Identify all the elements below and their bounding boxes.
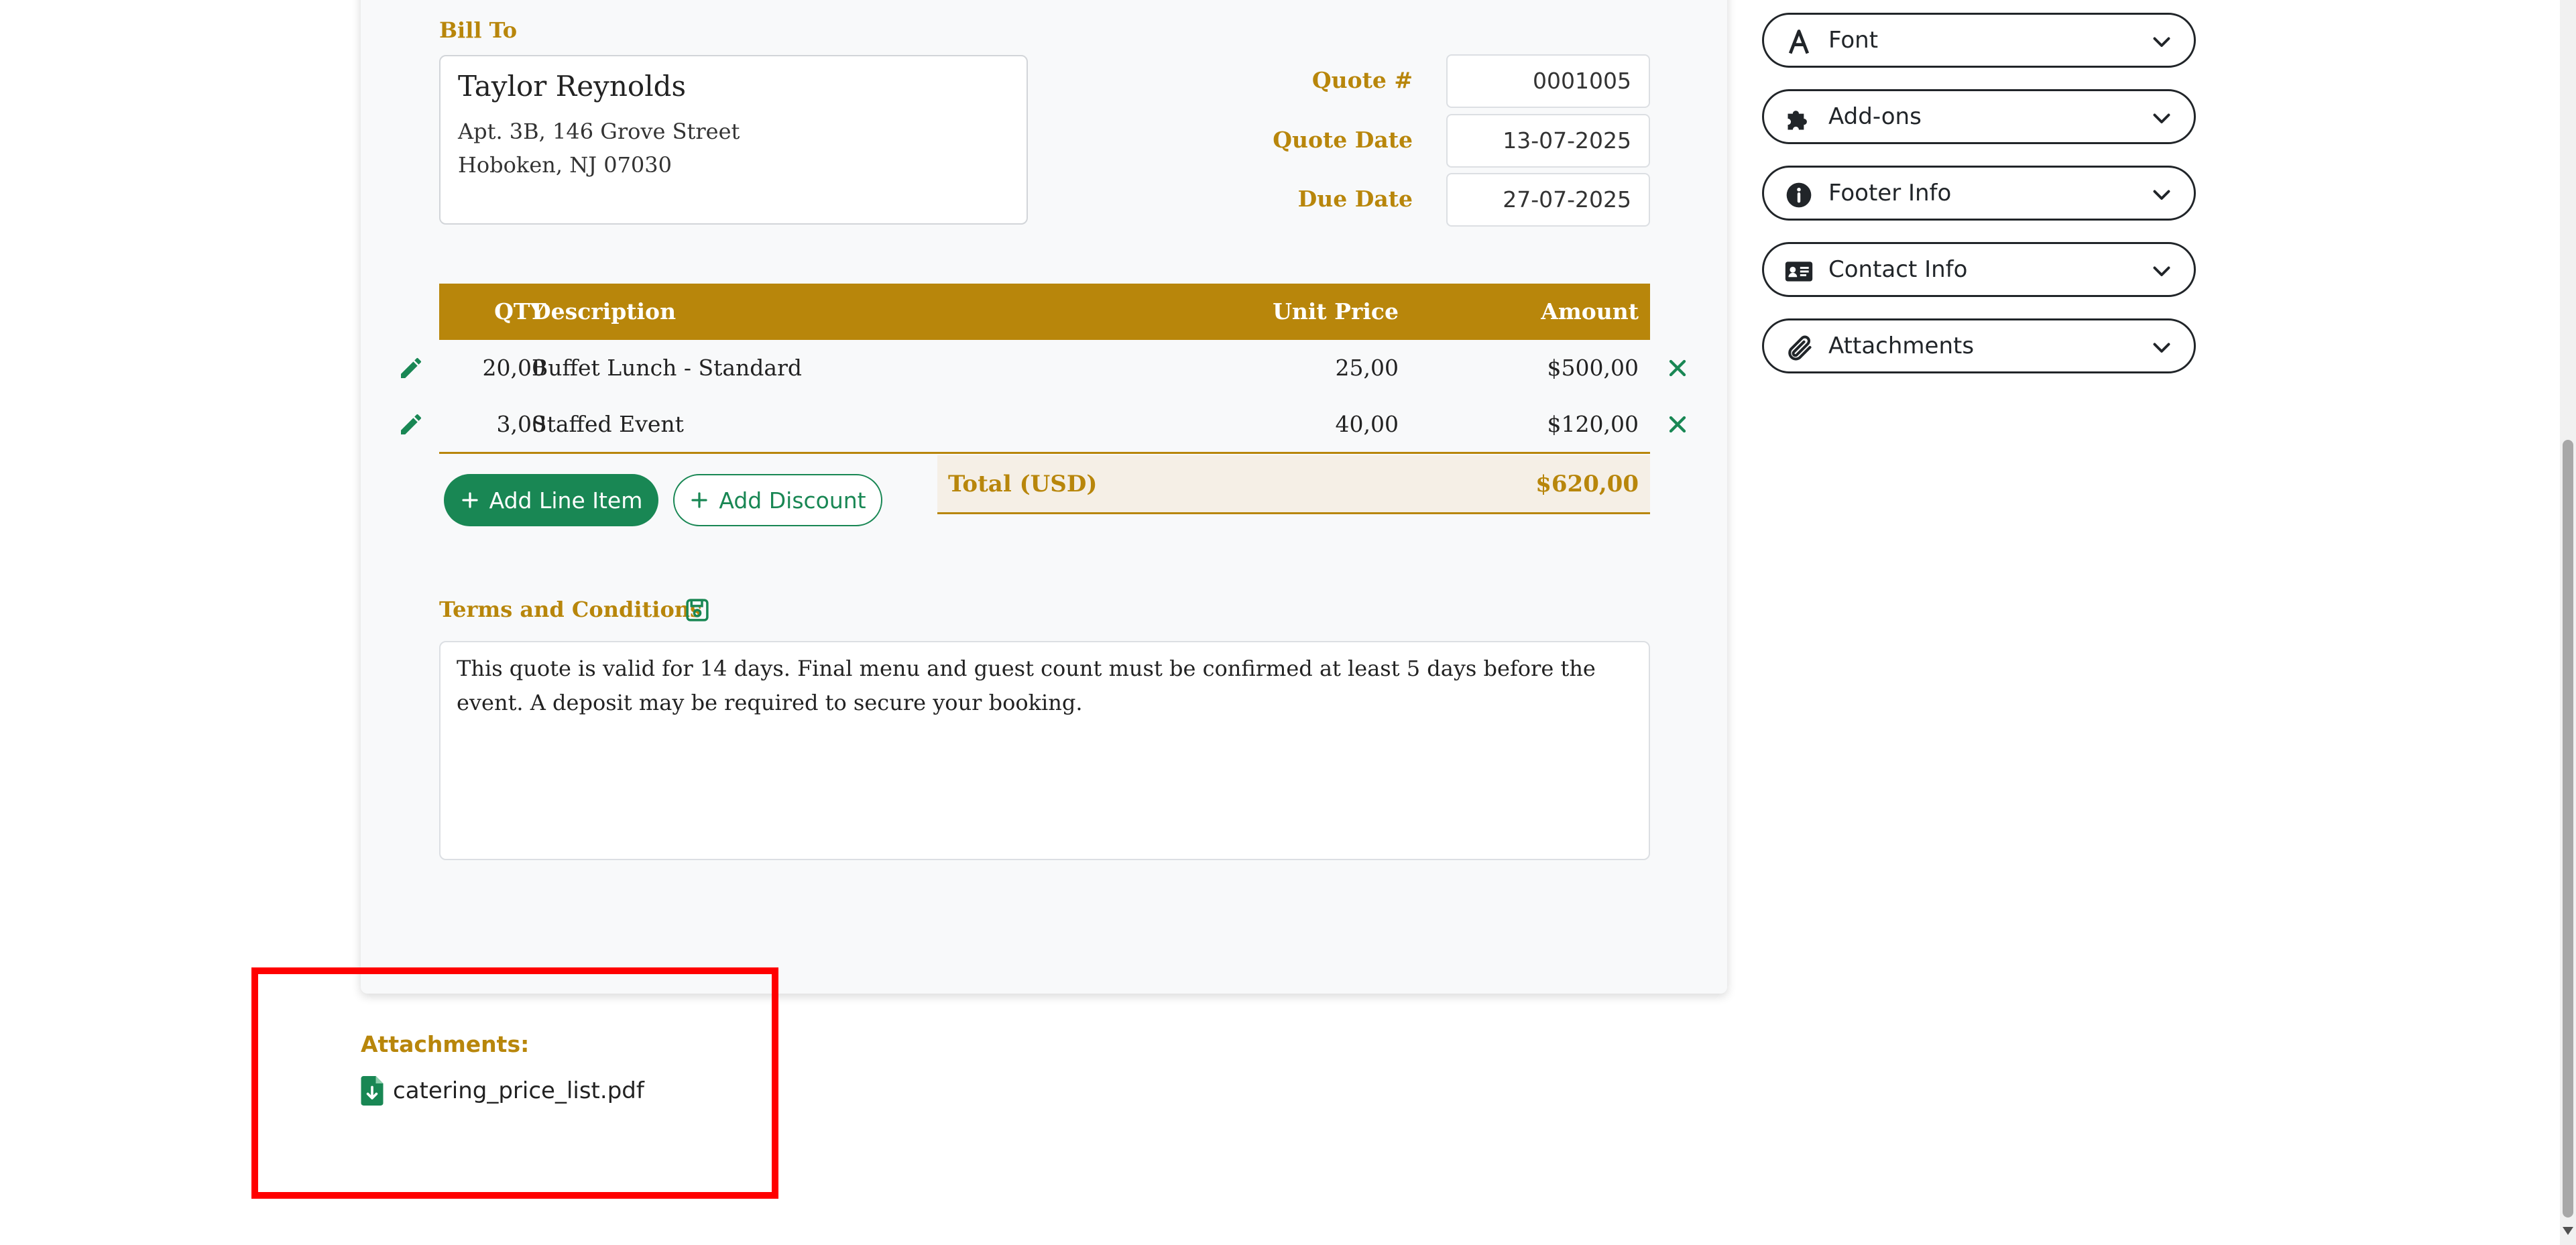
accordion-attachments[interactable]: Attachments	[1762, 318, 2196, 373]
paperclip-icon	[1788, 335, 1812, 361]
attachment-highlight-box	[251, 967, 778, 1199]
accordion-add-ons[interactable]: Add-ons	[1762, 89, 2196, 144]
quote-number-label: Quote #	[1311, 67, 1413, 93]
total-row: Total (USD) $620,00	[937, 455, 1650, 514]
chevron-down-icon	[2153, 343, 2170, 353]
plus-icon	[461, 492, 478, 508]
row-amount: $500,00	[1547, 355, 1639, 381]
table-row[interactable]: 3,00 Staffed Event 40,00 $120,00	[439, 396, 1650, 453]
add-discount-button[interactable]: Add Discount	[673, 474, 882, 526]
row-description: Staffed Event	[532, 411, 684, 437]
quote-date-field[interactable]: 13-07-2025	[1446, 114, 1650, 168]
accordion-label: Add-ons	[1828, 103, 1922, 130]
accordion-label: Font	[1828, 27, 1879, 54]
add-line-item-button[interactable]: Add Line Item	[444, 474, 658, 526]
delete-x-icon[interactable]	[1664, 355, 1691, 381]
table-row[interactable]: 20,00 Buffet Lunch - Standard 25,00 $500…	[439, 340, 1650, 396]
font-icon	[1788, 29, 1810, 54]
due-date-label: Due Date	[1297, 186, 1413, 212]
row-amount: $120,00	[1547, 411, 1639, 437]
edit-pencil-icon[interactable]	[398, 355, 424, 381]
bill-to-label: Bill To	[439, 17, 518, 43]
quote-date-label: Quote Date	[1273, 127, 1413, 153]
terms-textarea[interactable]: This quote is valid for 14 days. Final m…	[439, 641, 1650, 860]
unit-price-header: Unit Price	[1273, 298, 1399, 324]
scroll-down-arrow[interactable]	[2563, 1227, 2573, 1235]
accordion-footer-info[interactable]: Footer Info	[1762, 166, 2196, 221]
add-discount-label: Add Discount	[719, 487, 866, 514]
chevron-down-icon	[2153, 266, 2170, 276]
chevron-down-icon	[2153, 37, 2170, 47]
row-unit-price: 25,00	[1335, 355, 1399, 381]
plus-icon	[691, 492, 707, 508]
client-name: Taylor Reynolds	[458, 70, 687, 103]
accordion-font[interactable]: Font	[1762, 13, 2196, 68]
save-icon[interactable]	[683, 596, 711, 624]
accordion-label: Footer Info	[1828, 180, 1952, 206]
add-line-item-label: Add Line Item	[489, 487, 643, 514]
address-line-1: Apt. 3B, 146 Grove Street	[458, 119, 740, 144]
bill-to-box[interactable]: Taylor Reynolds Apt. 3B, 146 Grove Stree…	[439, 55, 1028, 225]
edit-pencil-icon[interactable]	[398, 411, 424, 438]
delete-x-icon[interactable]	[1664, 411, 1691, 438]
accordion-label: Attachments	[1828, 333, 1975, 359]
accordion-label: Contact Info	[1828, 256, 1968, 283]
table-divider	[439, 452, 1650, 454]
chevron-down-icon	[2153, 113, 2170, 123]
total-label: Total (USD)	[948, 471, 1098, 497]
accordion-contact-info[interactable]: Contact Info	[1762, 242, 2196, 297]
amount-header: Amount	[1541, 298, 1639, 324]
info-icon	[1786, 182, 1812, 208]
address-line-2: Hoboken, NJ 07030	[458, 152, 672, 178]
chevron-down-icon	[2153, 190, 2170, 200]
scrollbar-thumb[interactable]	[2563, 440, 2573, 1218]
total-value: $620,00	[1535, 471, 1639, 497]
due-date-field[interactable]: 27-07-2025	[1446, 173, 1650, 227]
line-items-header: QTY Description Unit Price Amount	[439, 284, 1650, 340]
contact-card-icon	[1785, 261, 1813, 282]
description-header: Description	[532, 298, 677, 324]
row-unit-price: 40,00	[1335, 411, 1399, 437]
row-description: Buffet Lunch - Standard	[532, 355, 803, 381]
quote-number-field[interactable]: 0001005	[1446, 54, 1650, 108]
puzzle-icon	[1788, 111, 1807, 130]
terms-label: Terms and Conditions	[439, 597, 703, 622]
